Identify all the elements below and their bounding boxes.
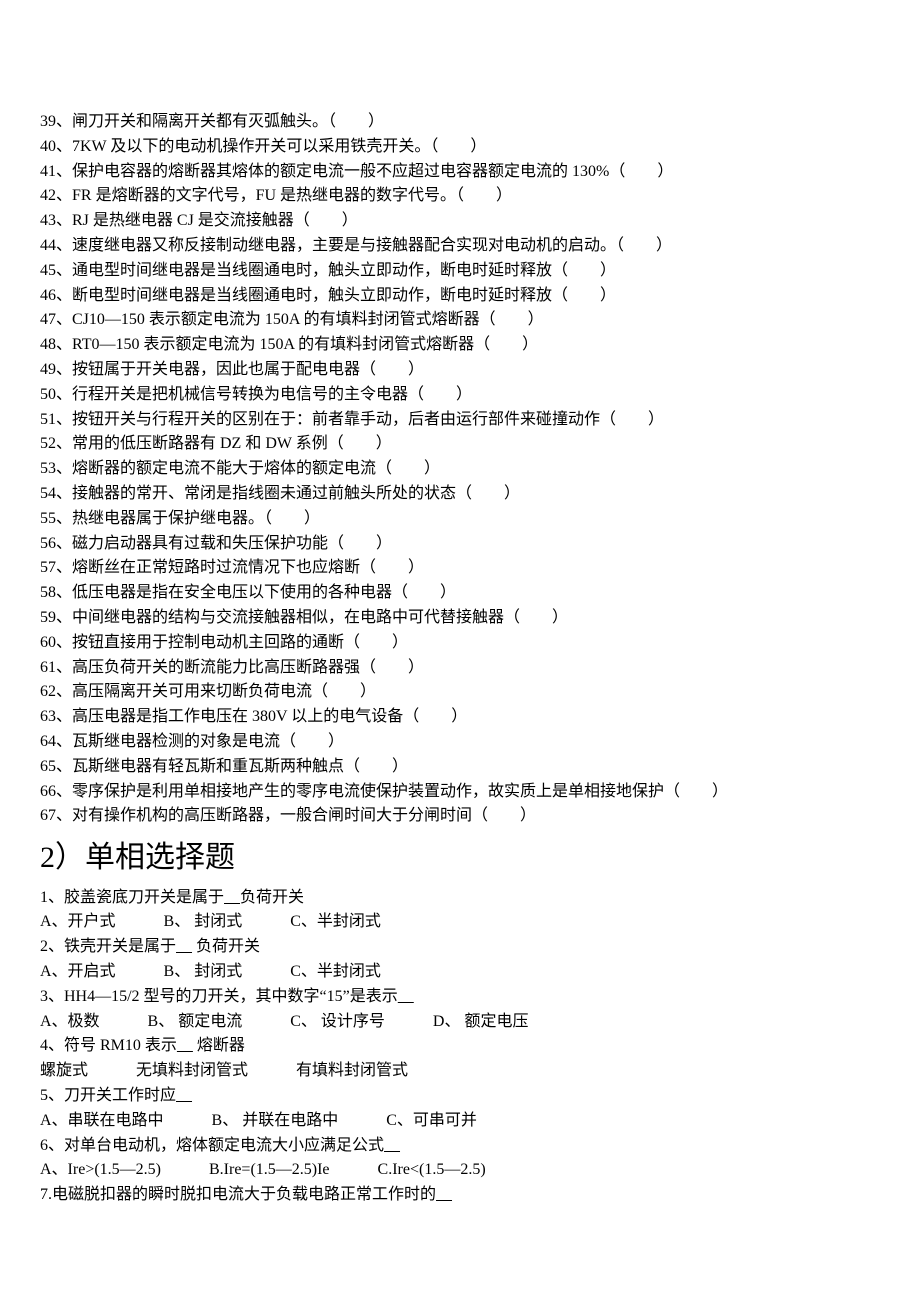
- true-false-item: 51、按钮开关与行程开关的区别在于：前者靠手动，后者由运行部件来碰撞动作（ ）: [40, 408, 880, 433]
- true-false-item: 45、通电型时间继电器是当线圈通电时，触头立即动作，断电时延时释放（ ）: [40, 259, 880, 284]
- true-false-item: 43、RJ 是热继电器 CJ 是交流接触器（ ）: [40, 209, 880, 234]
- mc-question-stem: 4、符号 RM10 表示 熔断器: [40, 1034, 880, 1059]
- multiple-choice-section: 1、胶盖瓷底刀开关是属于 负荷开关A、开户式 B、 封闭式 C、半封闭式2、铁壳…: [40, 886, 880, 1208]
- mc-question-stem: 6、对单台电动机，熔体额定电流大小应满足公式: [40, 1134, 880, 1159]
- blank-underline: [176, 938, 192, 955]
- blank-underline: [398, 988, 414, 1005]
- true-false-item: 40、7KW 及以下的电动机操作开关可以采用铁壳开关。（ ）: [40, 135, 880, 160]
- true-false-item: 42、FR 是熔断器的文字代号，FU 是热继电器的数字代号。（ ）: [40, 184, 880, 209]
- true-false-item: 59、中间继电器的结构与交流接触器相似，在电路中可代替接触器（ ）: [40, 606, 880, 631]
- true-false-item: 52、常用的低压断路器有 DZ 和 DW 系例（ ）: [40, 432, 880, 457]
- true-false-item: 64、瓦斯继电器检测的对象是电流（ ）: [40, 730, 880, 755]
- true-false-section: 39、闸刀开关和隔离开关都有灭弧触头。（ ）40、7KW 及以下的电动机操作开关…: [40, 110, 880, 829]
- true-false-item: 46、断电型时间继电器是当线圈通电时，触头立即动作，断电时延时释放（ ）: [40, 284, 880, 309]
- section-heading: 2）单相选择题: [40, 835, 880, 882]
- true-false-item: 48、RT0—150 表示额定电流为 150A 的有填料封闭管式熔断器（ ）: [40, 333, 880, 358]
- document-page: 39、闸刀开关和隔离开关都有灭弧触头。（ ）40、7KW 及以下的电动机操作开关…: [0, 0, 920, 1268]
- true-false-item: 54、接触器的常开、常闭是指线圈未通过前触头所处的状态（ ）: [40, 482, 880, 507]
- mc-question-stem: 2、铁壳开关是属于 负荷开关: [40, 935, 880, 960]
- true-false-item: 67、对有操作机构的高压断路器，一般合闸时间大于分闸时间（ ）: [40, 804, 880, 829]
- true-false-item: 50、行程开关是把机械信号转换为电信号的主令电器（ ）: [40, 383, 880, 408]
- true-false-item: 49、按钮属于开关电器，因此也属于配电电器（ ）: [40, 358, 880, 383]
- true-false-item: 65、瓦斯继电器有轻瓦斯和重瓦斯两种触点（ ）: [40, 755, 880, 780]
- true-false-item: 57、熔断丝在正常短路时过流情况下也应熔断（ ）: [40, 556, 880, 581]
- true-false-item: 56、磁力启动器具有过载和失压保护功能（ ）: [40, 532, 880, 557]
- mc-question-options: A、开启式 B、 封闭式 C、半封闭式: [40, 960, 880, 985]
- true-false-item: 66、零序保护是利用单相接地产生的零序电流使保护装置动作，故实质上是单相接地保护…: [40, 780, 880, 805]
- true-false-item: 47、CJ10—150 表示额定电流为 150A 的有填料封闭管式熔断器（ ）: [40, 308, 880, 333]
- true-false-item: 55、热继电器属于保护继电器。（ ）: [40, 507, 880, 532]
- true-false-item: 61、高压负荷开关的断流能力比高压断路器强（ ）: [40, 656, 880, 681]
- blank-underline: [224, 889, 240, 906]
- mc-question-options: A、Ire>(1.5—2.5) B.Ire=(1.5—2.5)Ie C.Ire<…: [40, 1158, 880, 1183]
- mc-question-options: A、极数 B、 额定电流 C、 设计序号 D、 额定电压: [40, 1010, 880, 1035]
- mc-question-options: A、开户式 B、 封闭式 C、半封闭式: [40, 910, 880, 935]
- true-false-item: 62、高压隔离开关可用来切断负荷电流（ ）: [40, 680, 880, 705]
- true-false-item: 39、闸刀开关和隔离开关都有灭弧触头。（ ）: [40, 110, 880, 135]
- true-false-item: 63、高压电器是指工作电压在 380V 以上的电气设备（ ）: [40, 705, 880, 730]
- mc-question-options: 螺旋式 无填料封闭管式 有填料封闭管式: [40, 1059, 880, 1084]
- mc-question-stem: 5、刀开关工作时应: [40, 1084, 880, 1109]
- mc-question-stem: 1、胶盖瓷底刀开关是属于 负荷开关: [40, 886, 880, 911]
- true-false-item: 60、按钮直接用于控制电动机主回路的通断（ ）: [40, 631, 880, 656]
- true-false-item: 58、低压电器是指在安全电压以下使用的各种电器（ ）: [40, 581, 880, 606]
- blank-underline: [177, 1037, 193, 1054]
- blank-underline: [176, 1087, 192, 1104]
- mc-question-stem: 3、HH4—15/2 型号的刀开关，其中数字“15”是表示: [40, 985, 880, 1010]
- blank-underline: [436, 1186, 452, 1203]
- true-false-item: 41、保护电容器的熔断器其熔体的额定电流一般不应超过电容器额定电流的 130%（…: [40, 160, 880, 185]
- true-false-item: 44、速度继电器又称反接制动继电器，主要是与接触器配合实现对电动机的启动。（ ）: [40, 234, 880, 259]
- true-false-item: 53、熔断器的额定电流不能大于熔体的额定电流（ ）: [40, 457, 880, 482]
- mc-question-options: A、串联在电路中 B、 并联在电路中 C、可串可并: [40, 1109, 880, 1134]
- blank-underline: [384, 1137, 400, 1154]
- mc-question-stem: 7.电磁脱扣器的瞬时脱扣电流大于负载电路正常工作时的: [40, 1183, 880, 1208]
